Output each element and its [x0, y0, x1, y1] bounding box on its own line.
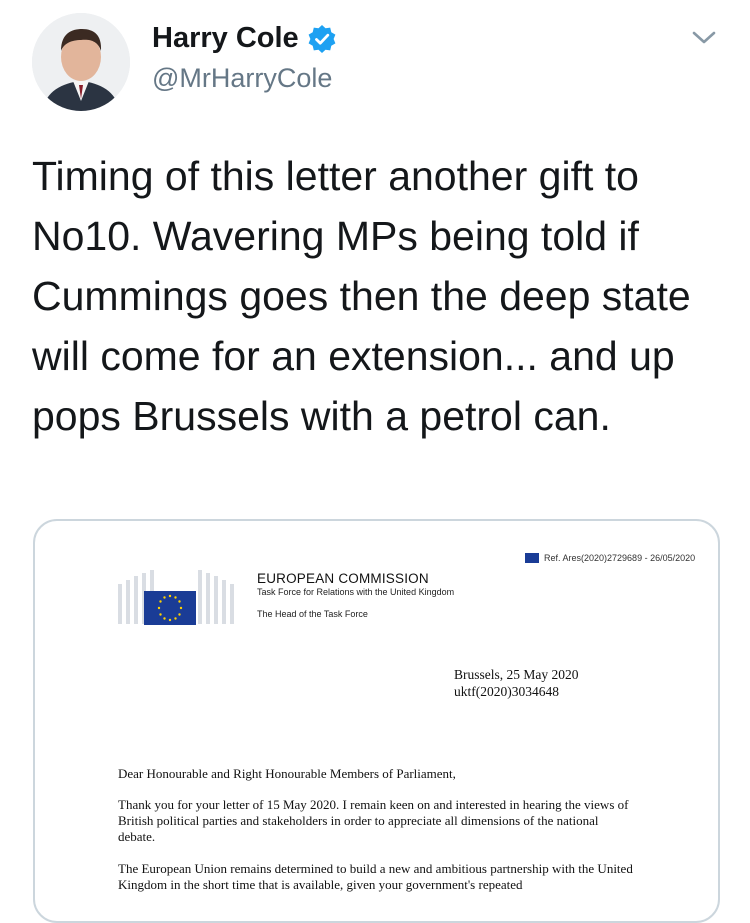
letter-salutation: Dear Honourable and Right Honourable Mem…	[118, 766, 456, 781]
avatar[interactable]	[32, 13, 130, 111]
letter-ref: Ref. Ares(2020)2729689 - 26/05/2020	[525, 553, 695, 563]
tweet-text: Timing of this letter another gift to No…	[32, 153, 691, 439]
attached-image[interactable]: Ref. Ares(2020)2729689 - 26/05/2020 EURO…	[33, 519, 720, 923]
chevron-down-icon[interactable]	[688, 26, 720, 50]
letter-date: Brussels, 25 May 2020	[454, 667, 579, 682]
letter-paragraph: The European Union remains determined to…	[118, 861, 633, 892]
letterhead-task-force: Task Force for Relations with the United…	[257, 587, 455, 597]
author-row[interactable]: Harry Cole	[152, 22, 337, 55]
avatar-image	[32, 13, 130, 111]
letterhead-org: EUROPEAN COMMISSION	[257, 571, 429, 586]
letterhead: EUROPEAN COMMISSION Task Force for Relat…	[257, 571, 454, 619]
letter-place-date: Brussels, 25 May 2020 uktf(2020)3034648	[454, 666, 579, 700]
verified-badge-icon	[308, 24, 336, 53]
author-name[interactable]: Harry Cole	[152, 22, 299, 55]
eu-flag-icon	[525, 553, 539, 563]
letter-ref-text: Ref. Ares(2020)2729689 - 26/05/2020	[544, 553, 696, 563]
eu-flag-icon	[118, 570, 234, 625]
letterhead-head: The Head of the Task Force	[257, 609, 368, 619]
letter-doc-ref: uktf(2020)3034648	[454, 684, 559, 699]
letter-paragraph: Thank you for your letter of 15 May 2020…	[118, 797, 629, 844]
author-handle[interactable]: @MrHarryCole	[152, 63, 332, 94]
